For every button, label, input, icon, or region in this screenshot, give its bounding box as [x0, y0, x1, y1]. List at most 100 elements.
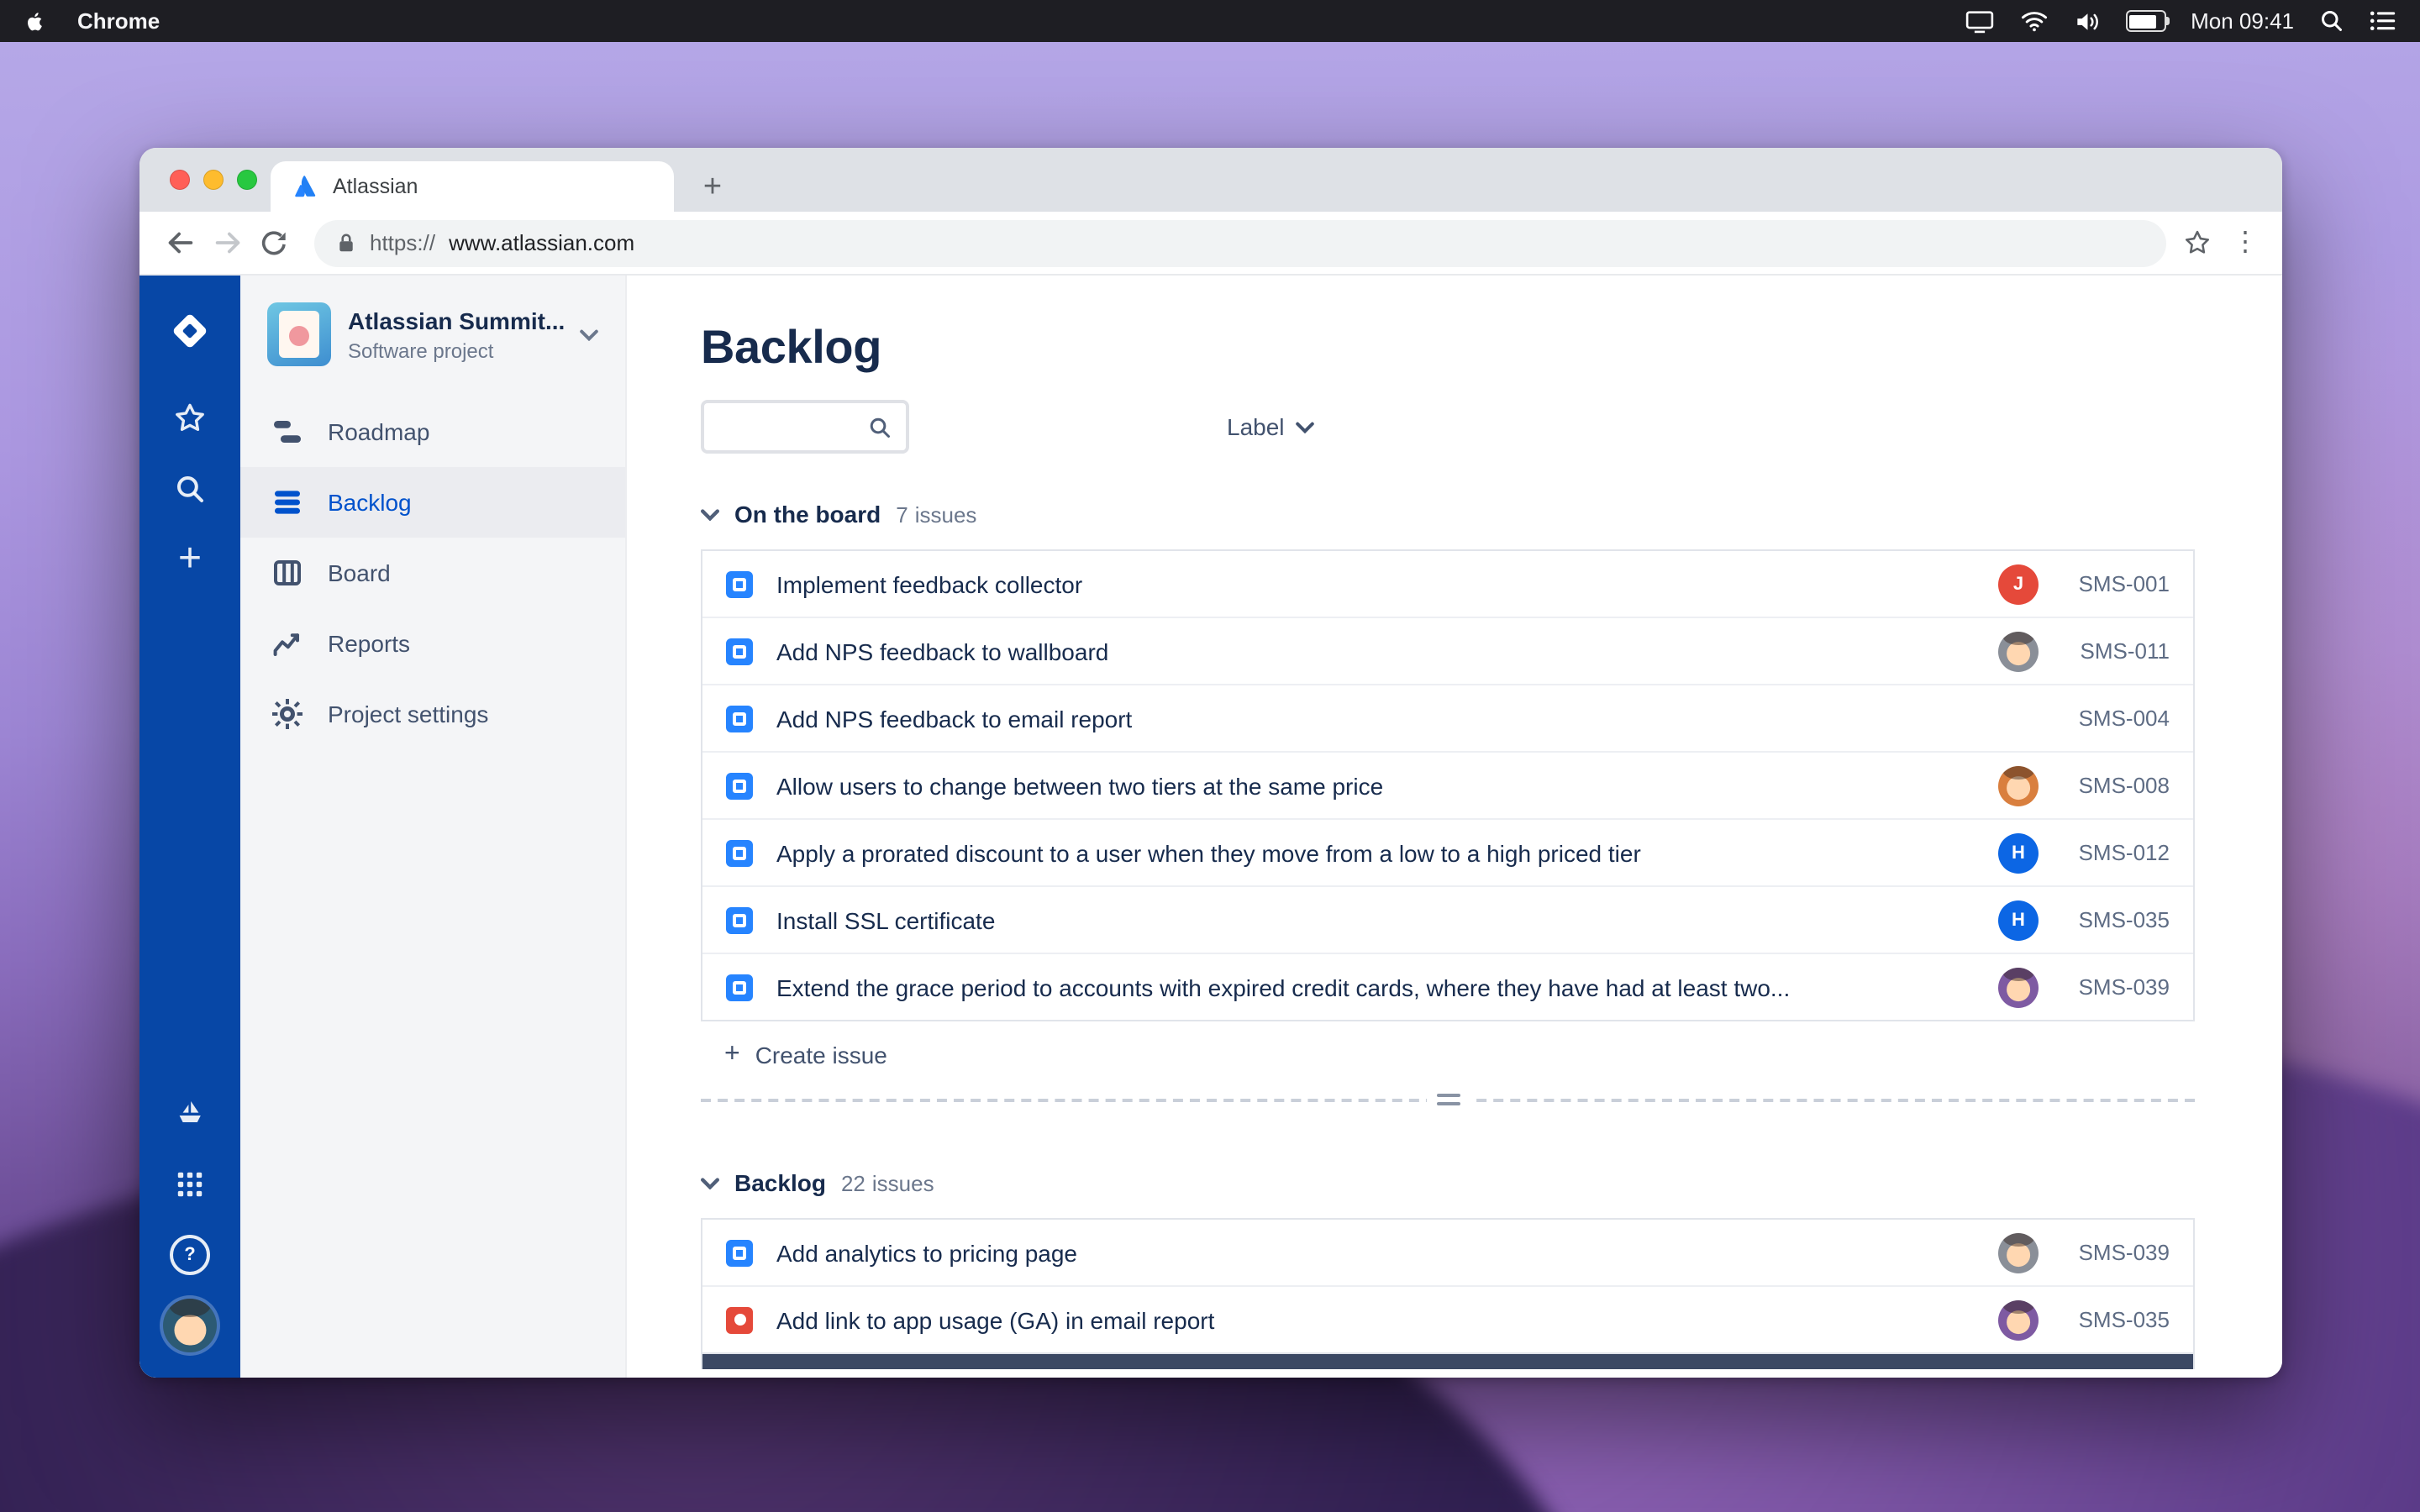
- search-button[interactable]: [156, 457, 224, 521]
- sidebar-item-label: Roadmap: [328, 418, 430, 445]
- spotlight-search-icon[interactable]: [2319, 8, 2344, 34]
- board-section-header: On the board 7 issues: [701, 501, 2195, 528]
- grid-icon: [177, 1172, 203, 1197]
- browser-menu-icon[interactable]: ⋮: [2232, 228, 2259, 256]
- close-window-button[interactable]: [170, 170, 190, 190]
- issue-title: Apply a prorated discount to a user when…: [776, 839, 1641, 866]
- url-host: www.atlassian.com: [449, 230, 635, 255]
- section-resize-handle[interactable]: [1426, 1089, 1470, 1110]
- volume-icon[interactable]: [2073, 9, 2100, 33]
- address-bar[interactable]: https:// www.atlassian.com: [314, 219, 2166, 266]
- assignee-avatar[interactable]: [1998, 1299, 2039, 1340]
- apple-menu[interactable]: [24, 8, 47, 34]
- board-issue-list: Implement feedback collector J SMS-001 A…: [701, 549, 2195, 1021]
- issue-key: SMS-011: [2080, 638, 2170, 664]
- project-name: Atlassian Summit...: [348, 307, 566, 333]
- sidebar-item-roadmap[interactable]: Roadmap: [240, 396, 625, 467]
- ship-button[interactable]: [156, 1082, 224, 1146]
- issue-row[interactable]: Add analytics to pricing page SMS-039: [702, 1220, 2193, 1285]
- zoom-window-button[interactable]: [237, 170, 257, 190]
- create-button[interactable]: +: [156, 528, 224, 591]
- forward-button[interactable]: [203, 219, 250, 266]
- menu-bar-clock[interactable]: Mon 09:41: [2191, 8, 2294, 34]
- reports-icon: [273, 633, 299, 656]
- chevron-down-icon: [580, 328, 598, 340]
- section-issue-count: 7 issues: [896, 501, 977, 527]
- tab-title: Atlassian: [333, 175, 418, 198]
- issue-type-icon: [726, 839, 753, 866]
- section-title: On the board: [734, 501, 881, 528]
- app-switcher-button[interactable]: [156, 1152, 224, 1216]
- project-sidebar: Atlassian Summit... Software project Roa…: [240, 276, 627, 1378]
- issue-row[interactable]: Add NPS feedback to wallboard SMS-011: [702, 617, 2193, 684]
- browser-tab[interactable]: Atlassian: [271, 161, 674, 212]
- help-button[interactable]: ?: [156, 1223, 224, 1287]
- menu-list-icon[interactable]: [2370, 10, 2396, 32]
- issue-title: Add analytics to pricing page: [776, 1239, 1077, 1266]
- clipped-issue-row: [701, 1354, 2195, 1369]
- create-issue-button[interactable]: + Create issue: [701, 1025, 2195, 1085]
- project-type: Software project: [348, 339, 494, 362]
- browser-window: Atlassian + https:// www.atlassian.com ⋮…: [139, 148, 2282, 1378]
- ship-icon: [179, 1101, 201, 1122]
- issue-title: Extend the grace period to accounts with…: [776, 974, 1791, 1000]
- sidebar-item-project-settings[interactable]: Project settings: [240, 679, 625, 749]
- issue-title: Implement feedback collector: [776, 570, 1083, 597]
- filter-bar: H J + Label: [701, 400, 2195, 454]
- collapse-section-chevron[interactable]: [701, 1177, 719, 1189]
- search-icon: [870, 417, 890, 437]
- issue-title: Allow users to change between two tiers …: [776, 772, 1384, 799]
- issue-row[interactable]: Add link to app usage (GA) in email repo…: [702, 1285, 2193, 1352]
- issue-key: SMS-008: [2078, 773, 2170, 798]
- screen-mirroring-icon[interactable]: [1964, 9, 1994, 33]
- assignee-avatar[interactable]: [1998, 765, 2039, 806]
- search-icon: [177, 476, 203, 502]
- backlog-section-header: Backlog 22 issues: [701, 1169, 2195, 1196]
- issue-row[interactable]: Apply a prorated discount to a user when…: [702, 818, 2193, 885]
- project-avatar: [267, 302, 331, 366]
- project-switcher[interactable]: Atlassian Summit... Software project: [240, 302, 625, 396]
- issue-row[interactable]: Implement feedback collector J SMS-001: [702, 551, 2193, 617]
- issue-row[interactable]: Allow users to change between two tiers …: [702, 751, 2193, 818]
- board-backlog-divider: [701, 1089, 2195, 1110]
- minimize-window-button[interactable]: [203, 170, 224, 190]
- issue-type-icon: [726, 1306, 753, 1333]
- filter-avatar[interactable]: +: [1133, 402, 1183, 452]
- reload-button[interactable]: [250, 219, 297, 266]
- profile-button[interactable]: [156, 1294, 224, 1357]
- browser-toolbar: https:// www.atlassian.com ⋮: [139, 212, 2282, 276]
- sidebar-item-board[interactable]: Board: [240, 538, 625, 608]
- label-filter-dropdown[interactable]: Label: [1227, 413, 1315, 440]
- board-search-input[interactable]: [718, 414, 860, 439]
- menu-app-name[interactable]: Chrome: [77, 8, 160, 34]
- board-search[interactable]: [701, 400, 909, 454]
- assignee-avatar[interactable]: H: [1998, 832, 2039, 873]
- sidebar-item-backlog[interactable]: Backlog: [240, 467, 625, 538]
- assignee-avatar[interactable]: [1998, 1232, 2039, 1273]
- section-issue-count: 22 issues: [840, 1170, 934, 1195]
- assignee-filter-avatars: H J +: [939, 402, 1183, 452]
- assignee-avatar[interactable]: J: [1998, 564, 2039, 604]
- issue-row[interactable]: Add NPS feedback to email report SMS-004: [702, 684, 2193, 751]
- wifi-icon[interactable]: [2019, 10, 2048, 32]
- assignee-avatar[interactable]: H: [1998, 900, 2039, 940]
- assignee-avatar[interactable]: [1998, 631, 2039, 671]
- issue-type-icon: [726, 772, 753, 799]
- bookmark-star-icon[interactable]: [2183, 228, 2212, 257]
- sidebar-item-reports[interactable]: Reports: [240, 608, 625, 679]
- profile-avatar: [163, 1299, 217, 1352]
- collapse-section-chevron[interactable]: [701, 508, 719, 520]
- new-tab-button[interactable]: +: [691, 165, 734, 208]
- back-button[interactable]: [156, 219, 203, 266]
- jira-logo[interactable]: [156, 299, 224, 363]
- battery-icon[interactable]: [2125, 10, 2170, 32]
- issue-key: SMS-039: [2078, 1240, 2170, 1265]
- issue-row[interactable]: Install SSL certificate H SMS-035: [702, 885, 2193, 953]
- issue-row[interactable]: Extend the grace period to accounts with…: [702, 953, 2193, 1020]
- sidebar-item-label: Reports: [328, 630, 411, 657]
- assignee-avatar[interactable]: [1998, 967, 2039, 1007]
- window-controls: [170, 170, 257, 190]
- starred-button[interactable]: [156, 386, 224, 450]
- issue-type-icon: [726, 1239, 753, 1266]
- issue-key: SMS-001: [2078, 571, 2170, 596]
